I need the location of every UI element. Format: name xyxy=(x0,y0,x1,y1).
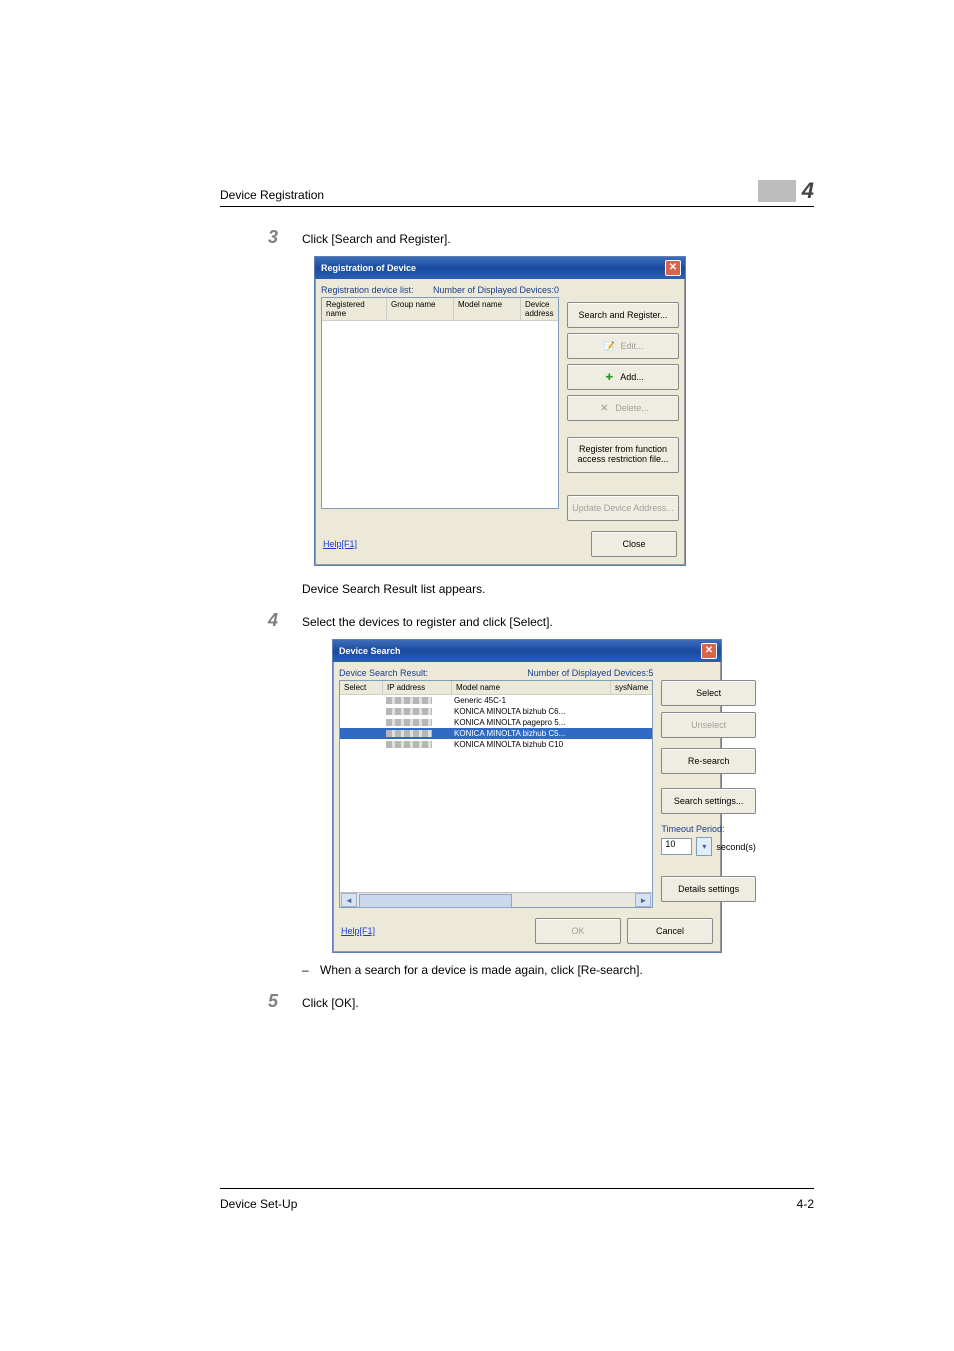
step-4-row: 4 Select the devices to register and cli… xyxy=(268,610,814,631)
delete-icon: 🗙 xyxy=(597,401,611,415)
scroll-left-arrow-icon[interactable]: ◄ xyxy=(341,893,357,907)
device-search-result-label: Device Search Result: xyxy=(339,668,428,678)
step-text: Click [Search and Register]. xyxy=(302,232,814,246)
add-icon: ✚ xyxy=(602,370,616,384)
col-ip-address[interactable]: IP address xyxy=(383,681,452,694)
chapter-indicator: 4 xyxy=(758,180,814,202)
timeout-dropdown-icon[interactable]: ▾ xyxy=(696,837,712,856)
timeout-period-label: Timeout Period: xyxy=(661,824,756,834)
device-search-dialog: Device Search ✕ Device Search Result: Nu… xyxy=(332,639,722,953)
col-model-name[interactable]: Model name xyxy=(452,681,611,694)
device-search-result-list[interactable]: Select IP address Model name sysName Gen… xyxy=(339,680,653,908)
update-device-address-button[interactable]: Update Device Address... xyxy=(567,495,679,521)
footer-page-number: 4-2 xyxy=(797,1197,814,1211)
scroll-track[interactable] xyxy=(359,894,633,906)
registration-list-label: Registration device list: xyxy=(321,285,414,295)
unselect-button[interactable]: Unselect xyxy=(661,712,756,738)
delete-button[interactable]: 🗙Delete... xyxy=(567,395,679,421)
dash-icon: – xyxy=(302,963,320,977)
displayed-devices-count-2: Number of Displayed Devices:5 xyxy=(527,668,653,678)
re-search-button[interactable]: Re-search xyxy=(661,748,756,774)
row-model: KONICA MINOLTA bizhub C10 xyxy=(450,739,608,750)
displayed-devices-count: Number of Displayed Devices:0 xyxy=(433,285,559,295)
help-link[interactable]: Help[F1] xyxy=(323,539,357,549)
device-rows: Generic 45C-1 KONICA MINOLTA bizhub C6..… xyxy=(340,695,652,892)
footer-rule xyxy=(220,1188,814,1189)
edit-button[interactable]: 📝Edit... xyxy=(567,333,679,359)
col-device-address[interactable]: Device address xyxy=(521,298,558,320)
dialog1-title: Registration of Device xyxy=(321,263,416,273)
result-list-appears-text: Device Search Result list appears. xyxy=(302,582,814,596)
add-button[interactable]: ✚Add... xyxy=(567,364,679,390)
sub-bullet: – When a search for a device is made aga… xyxy=(302,963,814,977)
step-3-row: 3 Click [Search and Register]. xyxy=(268,227,814,248)
table-row-selected[interactable]: KONICA MINOLTA bizhub C5... xyxy=(340,728,652,739)
bullet-text: When a search for a device is made again… xyxy=(320,963,643,977)
close-icon[interactable]: ✕ xyxy=(701,643,717,659)
ip-redacted xyxy=(386,697,432,704)
ip-redacted xyxy=(386,730,432,737)
timeout-row: 10 ▾ second(s) xyxy=(661,837,756,856)
timeout-unit-label: second(s) xyxy=(716,842,756,852)
close-button[interactable]: Close xyxy=(591,531,677,557)
timeout-input[interactable]: 10 xyxy=(661,838,692,855)
step-number: 4 xyxy=(268,610,302,631)
ip-redacted xyxy=(386,708,432,715)
edit-icon: 📝 xyxy=(602,339,616,353)
table-row[interactable]: KONICA MINOLTA bizhub C6... xyxy=(340,706,652,717)
search-settings-button[interactable]: Search settings... xyxy=(661,788,756,814)
header-rule xyxy=(220,206,814,207)
col-select[interactable]: Select xyxy=(340,681,383,694)
step-text: Select the devices to register and click… xyxy=(302,615,814,629)
row-model: Generic 45C-1 xyxy=(450,695,608,706)
cancel-button[interactable]: Cancel xyxy=(627,918,713,944)
row-model: KONICA MINOLTA pagepro 5... xyxy=(450,717,608,728)
help-link[interactable]: Help[F1] xyxy=(341,926,375,936)
ip-redacted xyxy=(386,741,432,748)
step-number: 3 xyxy=(268,227,302,248)
register-from-file-button[interactable]: Register from function access restrictio… xyxy=(567,437,679,473)
col-sysname[interactable]: sysName xyxy=(611,681,652,694)
page-footer: Device Set-Up 4-2 xyxy=(220,1180,814,1211)
step-text: Click [OK]. xyxy=(302,996,814,1010)
table-row[interactable]: Generic 45C-1 xyxy=(340,695,652,706)
ip-redacted xyxy=(386,719,432,726)
table-row[interactable]: KONICA MINOLTA bizhub C10 xyxy=(340,739,652,750)
search-and-register-button[interactable]: Search and Register... xyxy=(567,302,679,328)
dialog2-titlebar: Device Search ✕ xyxy=(333,640,721,662)
dialog1-titlebar: Registration of Device ✕ xyxy=(315,257,685,279)
page-header-title: Device Registration xyxy=(220,188,324,202)
registration-of-device-dialog: Registration of Device ✕ Registration de… xyxy=(314,256,686,566)
col-group-name[interactable]: Group name xyxy=(387,298,454,320)
ok-button[interactable]: OK xyxy=(535,918,621,944)
chapter-shade xyxy=(758,180,796,202)
footer-section: Device Set-Up xyxy=(220,1197,297,1211)
row-model: KONICA MINOLTA bizhub C6... xyxy=(450,706,608,717)
col-model-name[interactable]: Model name xyxy=(454,298,521,320)
scroll-thumb[interactable] xyxy=(359,894,512,908)
select-button[interactable]: Select xyxy=(661,680,756,706)
horizontal-scrollbar[interactable]: ◄ ► xyxy=(340,892,652,907)
table-row[interactable]: KONICA MINOLTA pagepro 5... xyxy=(340,717,652,728)
scroll-right-arrow-icon[interactable]: ► xyxy=(635,893,651,907)
step-5-row: 5 Click [OK]. xyxy=(268,991,814,1012)
col-registered-name[interactable]: Registered name xyxy=(322,298,387,320)
details-settings-button[interactable]: Details settings xyxy=(661,876,756,902)
chapter-number: 4 xyxy=(796,180,814,202)
row-model: KONICA MINOLTA bizhub C5... xyxy=(450,728,608,739)
close-icon[interactable]: ✕ xyxy=(665,260,681,276)
registration-device-list[interactable]: Registered name Group name Model name De… xyxy=(321,297,559,509)
dialog2-title: Device Search xyxy=(339,646,401,656)
step-number: 5 xyxy=(268,991,302,1012)
